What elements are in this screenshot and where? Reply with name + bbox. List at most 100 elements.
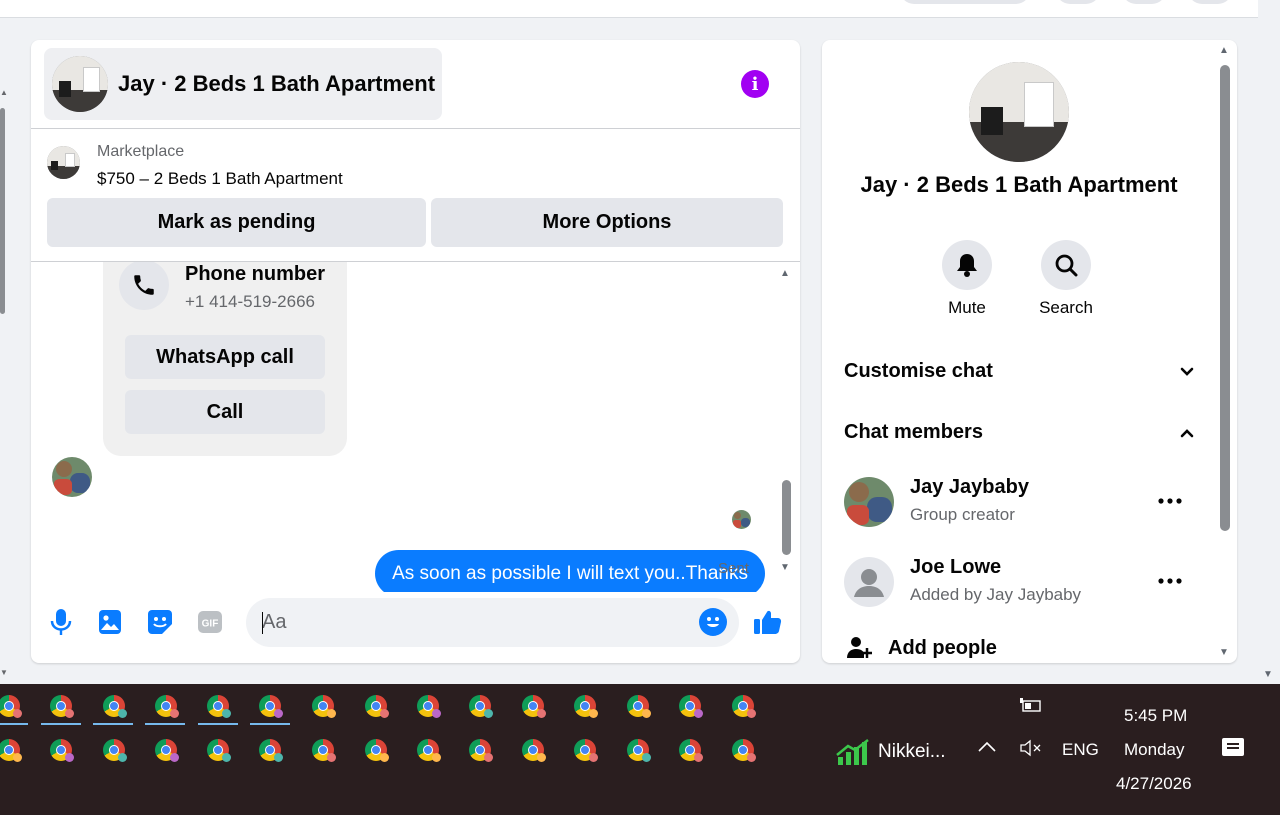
header-button[interactable] xyxy=(1056,0,1100,4)
left-scrollbar-thumb[interactable] xyxy=(0,108,5,314)
taskbar-active-indicator xyxy=(0,723,28,725)
chrome-icon[interactable] xyxy=(627,695,651,718)
listing-thumbnail-small[interactable] xyxy=(47,146,80,179)
info-scrollbar-thumb[interactable] xyxy=(1220,65,1230,531)
page-scroll-down-arrow[interactable]: ▼ xyxy=(1263,669,1273,680)
page-scrollbar[interactable] xyxy=(1258,0,1280,684)
chrome-icon[interactable] xyxy=(312,739,336,762)
chrome-icon[interactable] xyxy=(50,739,74,762)
chrome-icon[interactable] xyxy=(365,695,389,718)
sender-avatar[interactable] xyxy=(52,457,92,497)
whatsapp-call-button[interactable]: WhatsApp call xyxy=(125,335,325,379)
marketplace-label: Marketplace xyxy=(97,143,185,160)
search-button[interactable]: Search xyxy=(1021,240,1111,318)
call-button[interactable]: Call xyxy=(125,390,325,434)
add-people-button[interactable]: Add people xyxy=(844,633,997,663)
chat-members-label: Chat members xyxy=(844,421,983,443)
gif-icon[interactable]: GIF xyxy=(195,607,225,637)
chrome-icon[interactable] xyxy=(574,739,598,762)
emoji-icon[interactable] xyxy=(699,608,727,636)
chrome-icon[interactable] xyxy=(259,739,283,762)
header-button[interactable] xyxy=(1188,0,1232,4)
chrome-icon[interactable] xyxy=(103,695,127,718)
chrome-icon[interactable] xyxy=(469,695,493,718)
default-avatar-icon[interactable] xyxy=(844,557,894,607)
customise-chat-section[interactable]: Customise chat xyxy=(844,360,1194,383)
chrome-icon[interactable] xyxy=(417,695,441,718)
chrome-icon[interactable] xyxy=(679,695,703,718)
messages-scrollbar-thumb[interactable] xyxy=(782,480,791,555)
marketplace-bar: Marketplace $750 – 2 Beds 1 Bath Apartme… xyxy=(31,129,800,262)
chrome-icon[interactable] xyxy=(732,739,756,762)
sticker-icon[interactable] xyxy=(145,607,175,637)
taskbar-active-indicator xyxy=(41,723,81,725)
chrome-icon[interactable] xyxy=(0,739,22,762)
chrome-icon[interactable] xyxy=(0,695,22,718)
chevron-up-icon[interactable] xyxy=(977,740,997,759)
messages-scroll-down-arrow[interactable]: ▼ xyxy=(780,562,790,573)
chrome-icon[interactable] xyxy=(679,739,703,762)
battery-icon[interactable] xyxy=(1019,697,1043,718)
search-icon[interactable] xyxy=(1041,240,1091,290)
chrome-icon[interactable] xyxy=(365,739,389,762)
chrome-icon[interactable] xyxy=(103,739,127,762)
member-row[interactable]: Joe Lowe Added by Jay Jaybaby xyxy=(844,556,1194,608)
taskbar-active-indicator xyxy=(250,723,290,725)
stock-chart-icon xyxy=(836,739,869,765)
clock-date[interactable]: 4/27/2026 xyxy=(1116,774,1192,794)
chrome-icon[interactable] xyxy=(155,739,179,762)
more-options-button[interactable]: More Options xyxy=(431,198,783,247)
microphone-icon[interactable] xyxy=(46,607,76,637)
chat-title-button[interactable]: Jay · 2 Beds 1 Bath Apartment xyxy=(44,48,442,120)
member-row[interactable]: Jay Jaybaby Group creator xyxy=(844,476,1194,528)
mark-as-pending-button[interactable]: Mark as pending xyxy=(47,198,426,247)
member-role: Added by Jay Jaybaby xyxy=(910,585,1082,604)
message-input[interactable] xyxy=(262,598,682,647)
chrome-icon[interactable] xyxy=(522,739,546,762)
clock-time[interactable]: 5:45 PM xyxy=(1124,706,1187,726)
header-button[interactable] xyxy=(1122,0,1166,4)
member-avatar[interactable] xyxy=(844,477,894,527)
more-icon[interactable] xyxy=(1155,566,1185,596)
clock-day[interactable]: Monday xyxy=(1124,740,1184,760)
chrome-icon[interactable] xyxy=(574,695,598,718)
left-scroll-up-arrow[interactable]: ▲ xyxy=(0,88,8,97)
message-input-field[interactable] xyxy=(246,598,739,647)
messages-scroll-up-arrow[interactable]: ▲ xyxy=(780,268,790,279)
listing-price-title[interactable]: $750 – 2 Beds 1 Bath Apartment xyxy=(97,169,343,189)
outgoing-message[interactable]: As soon as possible I will text you..Tha… xyxy=(375,550,765,592)
chrome-icon[interactable] xyxy=(732,695,756,718)
chevron-up-icon xyxy=(1180,428,1194,437)
stock-widget[interactable]: Nikkei... xyxy=(836,737,946,767)
notification-icon[interactable] xyxy=(1222,738,1244,756)
chrome-icon[interactable] xyxy=(50,695,74,718)
language-indicator[interactable]: ENG xyxy=(1062,740,1099,760)
speaker-muted-icon[interactable] xyxy=(1019,739,1043,762)
mute-button[interactable]: Mute xyxy=(922,240,1012,318)
info-icon[interactable]: i xyxy=(741,70,769,98)
chrome-icon[interactable] xyxy=(469,739,493,762)
bell-icon[interactable] xyxy=(942,240,992,290)
listing-thumbnail xyxy=(52,56,108,112)
thumbs-up-icon[interactable] xyxy=(753,607,783,637)
info-scroll-up-arrow[interactable]: ▲ xyxy=(1219,45,1229,56)
text-caret xyxy=(262,612,263,634)
chrome-icon[interactable] xyxy=(259,695,283,718)
listing-photo[interactable] xyxy=(969,62,1069,162)
more-icon[interactable] xyxy=(1155,486,1185,516)
chat-panel: Jay · 2 Beds 1 Bath Apartment i Marketpl… xyxy=(31,40,800,663)
left-scroll-down-arrow[interactable]: ▼ xyxy=(0,668,8,677)
header-pill[interactable] xyxy=(900,0,1030,4)
page-header-strip xyxy=(0,0,1258,18)
info-scroll-down-arrow[interactable]: ▼ xyxy=(1219,647,1229,658)
chat-members-section[interactable]: Chat members xyxy=(844,421,1194,444)
image-icon[interactable] xyxy=(95,607,125,637)
chrome-icon[interactable] xyxy=(207,739,231,762)
chrome-icon[interactable] xyxy=(207,695,231,718)
chrome-icon[interactable] xyxy=(627,739,651,762)
chat-info-panel: Jay · 2 Beds 1 Bath Apartment Mute Searc… xyxy=(822,40,1237,663)
chrome-icon[interactable] xyxy=(417,739,441,762)
chrome-icon[interactable] xyxy=(522,695,546,718)
chrome-icon[interactable] xyxy=(155,695,179,718)
chrome-icon[interactable] xyxy=(312,695,336,718)
